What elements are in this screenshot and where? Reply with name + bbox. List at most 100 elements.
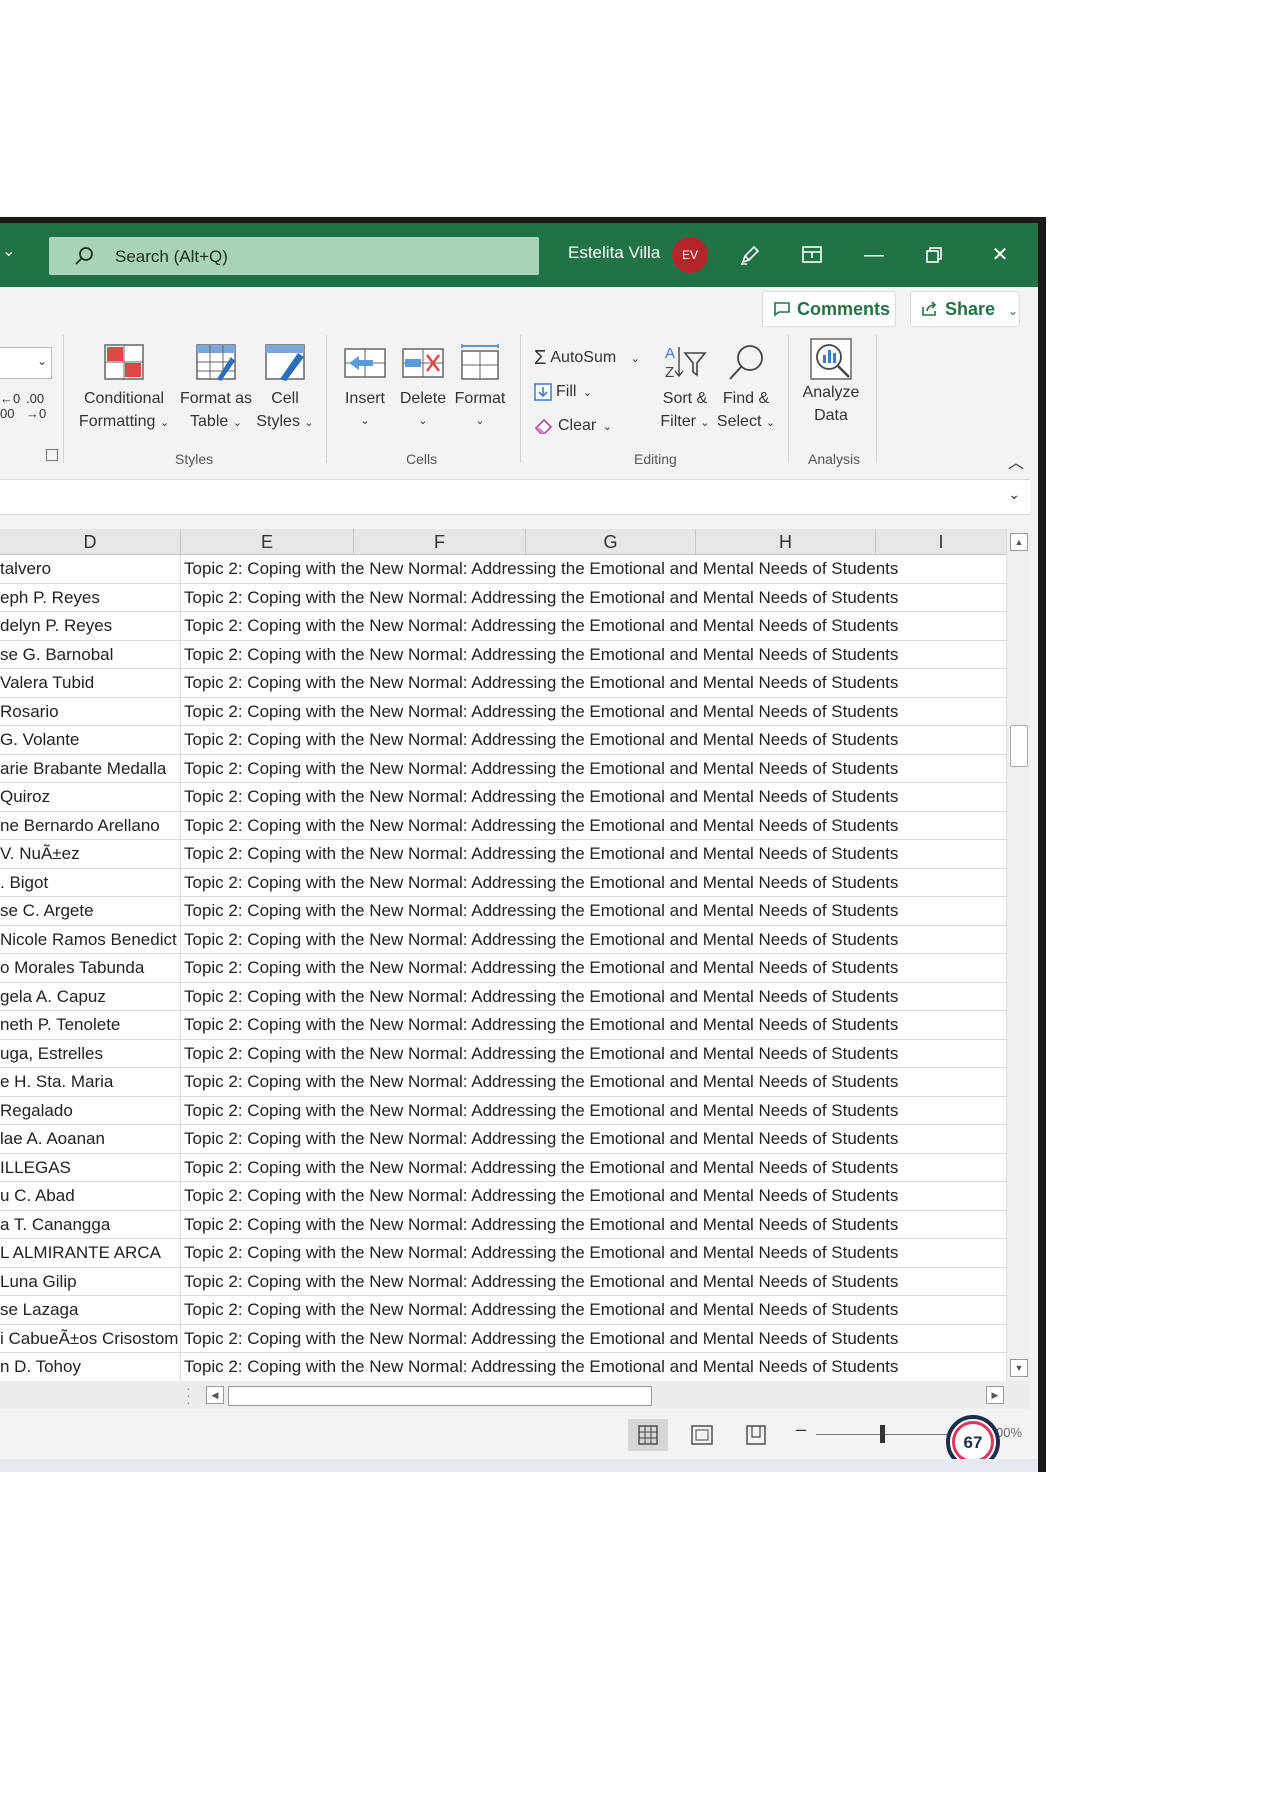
pen-icon[interactable] [734,239,766,271]
sort-filter-button[interactable]: A Z Sort & Filter ⌄ [656,343,714,435]
cell-e-topic[interactable]: Topic 2: Coping with the New Normal: Add… [184,669,898,697]
restore-icon[interactable] [918,239,950,271]
cell-e-topic[interactable]: Topic 2: Coping with the New Normal: Add… [184,1040,898,1068]
cell-d[interactable]: gela A. Capuz [0,982,181,1010]
vertical-scrollbar[interactable]: ▲ ▼ [1006,529,1030,1381]
ribbon-display-icon[interactable] [796,239,828,271]
cell-d[interactable]: a T. Canangga [0,1210,181,1238]
cell-d[interactable]: ne Bernardo Arellano [0,811,181,839]
cell-e-topic[interactable]: Topic 2: Coping with the New Normal: Add… [184,755,898,783]
normal-view-button[interactable] [628,1419,668,1451]
cell-e-topic[interactable]: Topic 2: Coping with the New Normal: Add… [184,1097,898,1125]
cell-e-topic[interactable]: Topic 2: Coping with the New Normal: Add… [184,612,898,640]
cell-e-topic[interactable]: Topic 2: Coping with the New Normal: Add… [184,812,898,840]
zoom-percentage[interactable]: 00% [996,1425,1022,1440]
column-header-f[interactable]: F [354,529,526,555]
user-name[interactable]: Estelita Villa [568,243,660,263]
close-icon[interactable]: ✕ [984,239,1016,271]
zoom-out-icon[interactable]: – [796,1419,806,1440]
cell-d[interactable]: Regalado [0,1096,181,1124]
cell-e-topic[interactable]: Topic 2: Coping with the New Normal: Add… [184,1239,898,1267]
cell-e-topic[interactable]: Topic 2: Coping with the New Normal: Add… [184,926,898,954]
cell-e-topic[interactable]: Topic 2: Coping with the New Normal: Add… [184,1296,898,1324]
cell-d[interactable]: V. NuÃ±ez [0,840,181,868]
cell-d[interactable]: Luna Gilip [0,1267,181,1295]
cell-d[interactable]: uga, Estrelles [0,1039,181,1067]
formula-bar[interactable]: ⌄ [0,479,1030,515]
cell-d[interactable]: G. Volante [0,726,181,754]
cell-e-topic[interactable]: Topic 2: Coping with the New Normal: Add… [184,584,898,612]
scroll-up-icon[interactable]: ▲ [1010,533,1028,551]
cell-d[interactable]: ILLEGAS [0,1153,181,1181]
cell-e-topic[interactable]: Topic 2: Coping with the New Normal: Add… [184,983,898,1011]
expand-formula-bar-icon[interactable]: ⌄ [1008,486,1020,503]
cell-e-topic[interactable]: Topic 2: Coping with the New Normal: Add… [184,783,898,811]
cell-e-topic[interactable]: Topic 2: Coping with the New Normal: Add… [184,1154,898,1182]
cell-d[interactable]: L ALMIRANTE ARCA [0,1239,181,1267]
analyze-data-button[interactable]: Analyze Data [796,338,866,427]
cell-d[interactable]: eph P. Reyes [0,583,181,611]
collapse-ribbon-icon[interactable]: ︿ [1008,449,1024,473]
cell-e-topic[interactable]: Topic 2: Coping with the New Normal: Add… [184,1068,898,1096]
conditional-formatting-button[interactable]: Conditional Formatting ⌄ [68,343,180,435]
column-header-i[interactable]: I [876,529,1006,555]
find-select-button[interactable]: Find & Select ⌄ [714,343,778,435]
quick-access-chevron-icon[interactable]: ⌄ [2,241,15,261]
cell-d[interactable]: se G. Barnobal [0,640,181,668]
cell-d[interactable]: lae A. Aoanan [0,1125,181,1153]
cell-e-topic[interactable]: Topic 2: Coping with the New Normal: Add… [184,726,898,754]
format-button[interactable]: Format ⌄ [450,343,510,433]
cell-d[interactable]: Quiroz [0,783,181,811]
cell-d[interactable]: n D. Tohoy [0,1353,181,1381]
zoom-slider-thumb[interactable] [880,1425,885,1443]
cell-d[interactable]: talvero [0,555,181,583]
cell-d[interactable]: e H. Sta. Maria [0,1068,181,1096]
cell-e-topic[interactable]: Topic 2: Coping with the New Normal: Add… [184,1182,898,1210]
cell-e-topic[interactable]: Topic 2: Coping with the New Normal: Add… [184,1125,898,1153]
delete-button[interactable]: Delete ⌄ [394,343,452,433]
cell-d[interactable]: Valera Tubid [0,669,181,697]
page-break-view-button[interactable] [736,1419,776,1451]
insert-button[interactable]: Insert ⌄ [336,343,394,433]
cell-d[interactable]: o Morales Tabunda [0,954,181,982]
cell-d[interactable]: Nicole Ramos Benedict [0,925,181,953]
search-box[interactable]: Search (Alt+Q) [49,237,539,275]
column-header-e[interactable]: E [181,529,354,555]
scroll-left-icon[interactable]: ◀ [206,1386,224,1404]
horizontal-scrollbar[interactable]: · · · ◀ ▶ [0,1381,1030,1409]
share-button[interactable]: Share ⌄ [910,291,1020,327]
cell-d[interactable]: i CabueÃ±os Crisostom [0,1324,181,1352]
horizontal-scroll-thumb[interactable] [228,1386,652,1406]
page-layout-view-button[interactable] [682,1419,722,1451]
avatar[interactable]: EV [672,237,708,273]
share-chevron-icon[interactable]: ⌄ [1008,304,1018,318]
vertical-scroll-thumb[interactable] [1010,725,1028,767]
cell-e-topic[interactable]: Topic 2: Coping with the New Normal: Add… [184,840,898,868]
fill-button[interactable]: Fill ⌄ [534,379,592,405]
cell-d[interactable]: delyn P. Reyes [0,612,181,640]
autosum-button[interactable]: Σ AutoSum ⌄ [534,345,640,371]
clear-button[interactable]: Clear ⌄ [534,413,612,439]
comments-button[interactable]: Comments [762,291,896,327]
format-as-table-button[interactable]: Format as Table ⌄ [178,343,254,435]
cell-d[interactable]: arie Brabante Medalla [0,754,181,782]
cell-d[interactable]: . Bigot [0,868,181,896]
number-dialog-launcher-icon[interactable] [46,449,58,461]
cell-e-topic[interactable]: Topic 2: Coping with the New Normal: Add… [184,869,898,897]
cell-d[interactable]: se C. Argete [0,897,181,925]
cell-e-topic[interactable]: Topic 2: Coping with the New Normal: Add… [184,1268,898,1296]
cell-d[interactable]: se Lazaga [0,1296,181,1324]
cell-e-topic[interactable]: Topic 2: Coping with the New Normal: Add… [184,1211,898,1239]
cell-d[interactable]: Rosario [0,697,181,725]
cell-d[interactable]: neth P. Tenolete [0,1011,181,1039]
cell-styles-button[interactable]: Cell Styles ⌄ [252,343,318,435]
cell-e-topic[interactable]: Topic 2: Coping with the New Normal: Add… [184,954,898,982]
cell-e-topic[interactable]: Topic 2: Coping with the New Normal: Add… [184,698,898,726]
cell-e-topic[interactable]: Topic 2: Coping with the New Normal: Add… [184,1353,898,1381]
minimize-icon[interactable]: — [858,239,890,271]
cell-e-topic[interactable]: Topic 2: Coping with the New Normal: Add… [184,555,898,583]
column-header-g[interactable]: G [526,529,696,555]
column-header-h[interactable]: H [696,529,876,555]
cell-e-topic[interactable]: Topic 2: Coping with the New Normal: Add… [184,897,898,925]
cell-e-topic[interactable]: Topic 2: Coping with the New Normal: Add… [184,641,898,669]
